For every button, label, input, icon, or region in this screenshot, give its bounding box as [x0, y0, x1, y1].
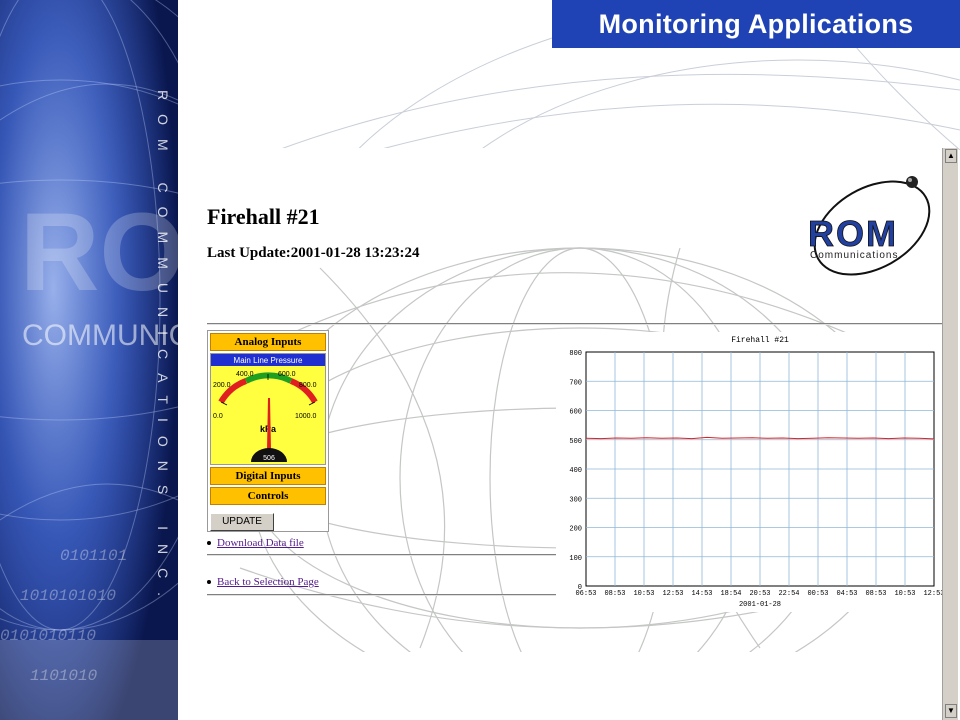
analog-inputs-header: Analog Inputs — [210, 333, 326, 351]
y-tick-label: 700 — [569, 379, 582, 387]
brand-letters-watermark: ROM — [20, 191, 178, 314]
back-to-selection-link[interactable]: Back to Selection Page — [217, 576, 319, 588]
x-tick-label: 14:53 — [691, 590, 712, 598]
left-brand-panel: ROM COMMUNICATIONS ROM COMMUNICATIONS IN… — [0, 0, 178, 720]
brand-word-watermark: COMMUNICATIONS — [22, 319, 178, 352]
chart-title: Firehall #21 — [731, 336, 789, 345]
gauge-title: Main Line Pressure — [234, 356, 303, 365]
vertical-company-text: ROM COMMUNICATIONS INC. — [155, 90, 171, 610]
download-data-link[interactable]: Download Data file — [217, 537, 304, 549]
x-tick-label: 10:53 — [633, 590, 654, 598]
gauge-tick-800: 800.0 — [299, 382, 317, 389]
io-panel: Analog Inputs Main Line Pressure 0.0 200… — [207, 330, 329, 532]
x-tick-label: 04:53 — [836, 590, 857, 598]
gauge-tick-600: 600.0 — [278, 371, 296, 378]
x-tick-label: 10:53 — [894, 590, 915, 598]
gauge-tick-1000: 1000.0 — [295, 413, 317, 420]
digital-inputs-header[interactable]: Digital Inputs — [210, 467, 326, 485]
vertical-scrollbar[interactable]: ▲ ▼ — [942, 148, 958, 720]
x-tick-label: 12:53 — [662, 590, 683, 598]
y-tick-label: 100 — [569, 555, 582, 563]
divider-middle — [207, 554, 557, 556]
slide-title: Monitoring Applications — [552, 0, 960, 48]
rom-logo: ROM Communications — [808, 176, 931, 276]
last-update-text: Last Update:2001-01-28 13:23:24 — [207, 245, 420, 261]
page-title: Firehall #21 — [207, 204, 320, 229]
svg-text:0101101: 0101101 — [60, 547, 127, 565]
y-tick-label: 200 — [569, 526, 582, 534]
x-axis-label: 2001-01-28 — [739, 601, 781, 609]
logo-word: Communications — [810, 250, 898, 261]
controls-header[interactable]: Controls — [210, 487, 326, 505]
scroll-down-icon[interactable]: ▼ — [945, 704, 957, 718]
y-tick-label: 800 — [569, 350, 582, 358]
x-tick-label: 22:54 — [778, 590, 799, 598]
x-tick-label: 08:53 — [604, 590, 625, 598]
gauge-tick-0: 0.0 — [213, 413, 223, 420]
x-tick-label: 08:53 — [865, 590, 886, 598]
gauge-tick-400: 400.0 — [236, 371, 254, 378]
bullet-icon — [207, 541, 211, 546]
pressure-chart-svg: Firehall #21010020030040050060070080006:… — [569, 336, 942, 609]
update-button[interactable]: UPDATE — [210, 513, 274, 531]
svg-text:1010101010: 1010101010 — [20, 587, 116, 605]
scroll-up-icon[interactable]: ▲ — [945, 149, 957, 163]
y-tick-label: 500 — [569, 438, 582, 446]
x-tick-label: 00:53 — [807, 590, 828, 598]
y-tick-label: 300 — [569, 496, 582, 504]
bullet-icon — [207, 580, 211, 585]
x-tick-label: 12:53 — [923, 590, 942, 598]
y-tick-label: 400 — [569, 467, 582, 475]
logo-letters: ROM — [808, 213, 898, 254]
download-link-row: Download Data file — [207, 537, 304, 549]
back-link-row: Back to Selection Page — [207, 576, 319, 588]
gauge-tick-200: 200.0 — [213, 382, 231, 389]
globe-background-graphic: ROM COMMUNICATIONS ROM COMMUNICATIONS IN… — [0, 0, 178, 720]
gauge-graphic: Main Line Pressure 0.0 200.0 400.0 600.0… — [211, 354, 325, 464]
pressure-chart: Firehall #21 0 100 200 300 400 500 600 700 800 06:… — [556, 332, 942, 612]
y-tick-label: 600 — [569, 409, 582, 417]
browser-viewport: Firehall #21 Last Update:2001-01-28 13:2… — [200, 148, 942, 652]
x-tick-label: 20:53 — [749, 590, 770, 598]
gauge-reading: 506 — [263, 455, 275, 462]
x-tick-label: 06:53 — [575, 590, 596, 598]
divider-top — [207, 323, 942, 325]
divider-bottom — [207, 594, 557, 596]
x-tick-label: 18:54 — [720, 590, 741, 598]
pressure-gauge: Main Line Pressure 0.0 200.0 400.0 600.0… — [210, 353, 326, 465]
